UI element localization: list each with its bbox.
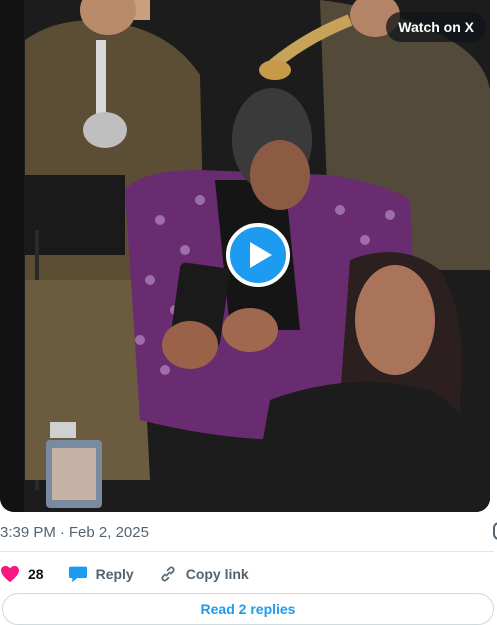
post-time: 3:39 PM bbox=[0, 524, 56, 541]
post-timestamp[interactable]: 3:39 PM · Feb 2, 2025 bbox=[0, 524, 151, 541]
link-icon bbox=[161, 566, 175, 582]
copy-link-button[interactable]: Copy link bbox=[158, 564, 249, 584]
watch-on-x-button[interactable]: Watch on X bbox=[386, 12, 486, 42]
divider bbox=[0, 551, 494, 552]
play-icon bbox=[250, 242, 272, 268]
action-bar: 28 Reply Copy link bbox=[0, 560, 273, 588]
copy-link-label: Copy link bbox=[185, 566, 249, 582]
reply-bubble-icon bbox=[68, 566, 87, 583]
play-button[interactable] bbox=[226, 223, 290, 287]
timestamp-separator: · bbox=[59, 524, 65, 541]
post-date: Feb 2, 2025 bbox=[68, 524, 149, 541]
info-icon[interactable] bbox=[493, 522, 497, 540]
like-button[interactable]: 28 bbox=[0, 565, 44, 583]
read-replies-button[interactable]: Read 2 replies bbox=[2, 593, 494, 625]
reply-button[interactable]: Reply bbox=[68, 565, 134, 583]
reply-label: Reply bbox=[95, 566, 134, 582]
heart-icon bbox=[1, 565, 19, 583]
video-player[interactable]: Watch on X bbox=[0, 0, 490, 512]
like-count: 28 bbox=[28, 566, 44, 582]
